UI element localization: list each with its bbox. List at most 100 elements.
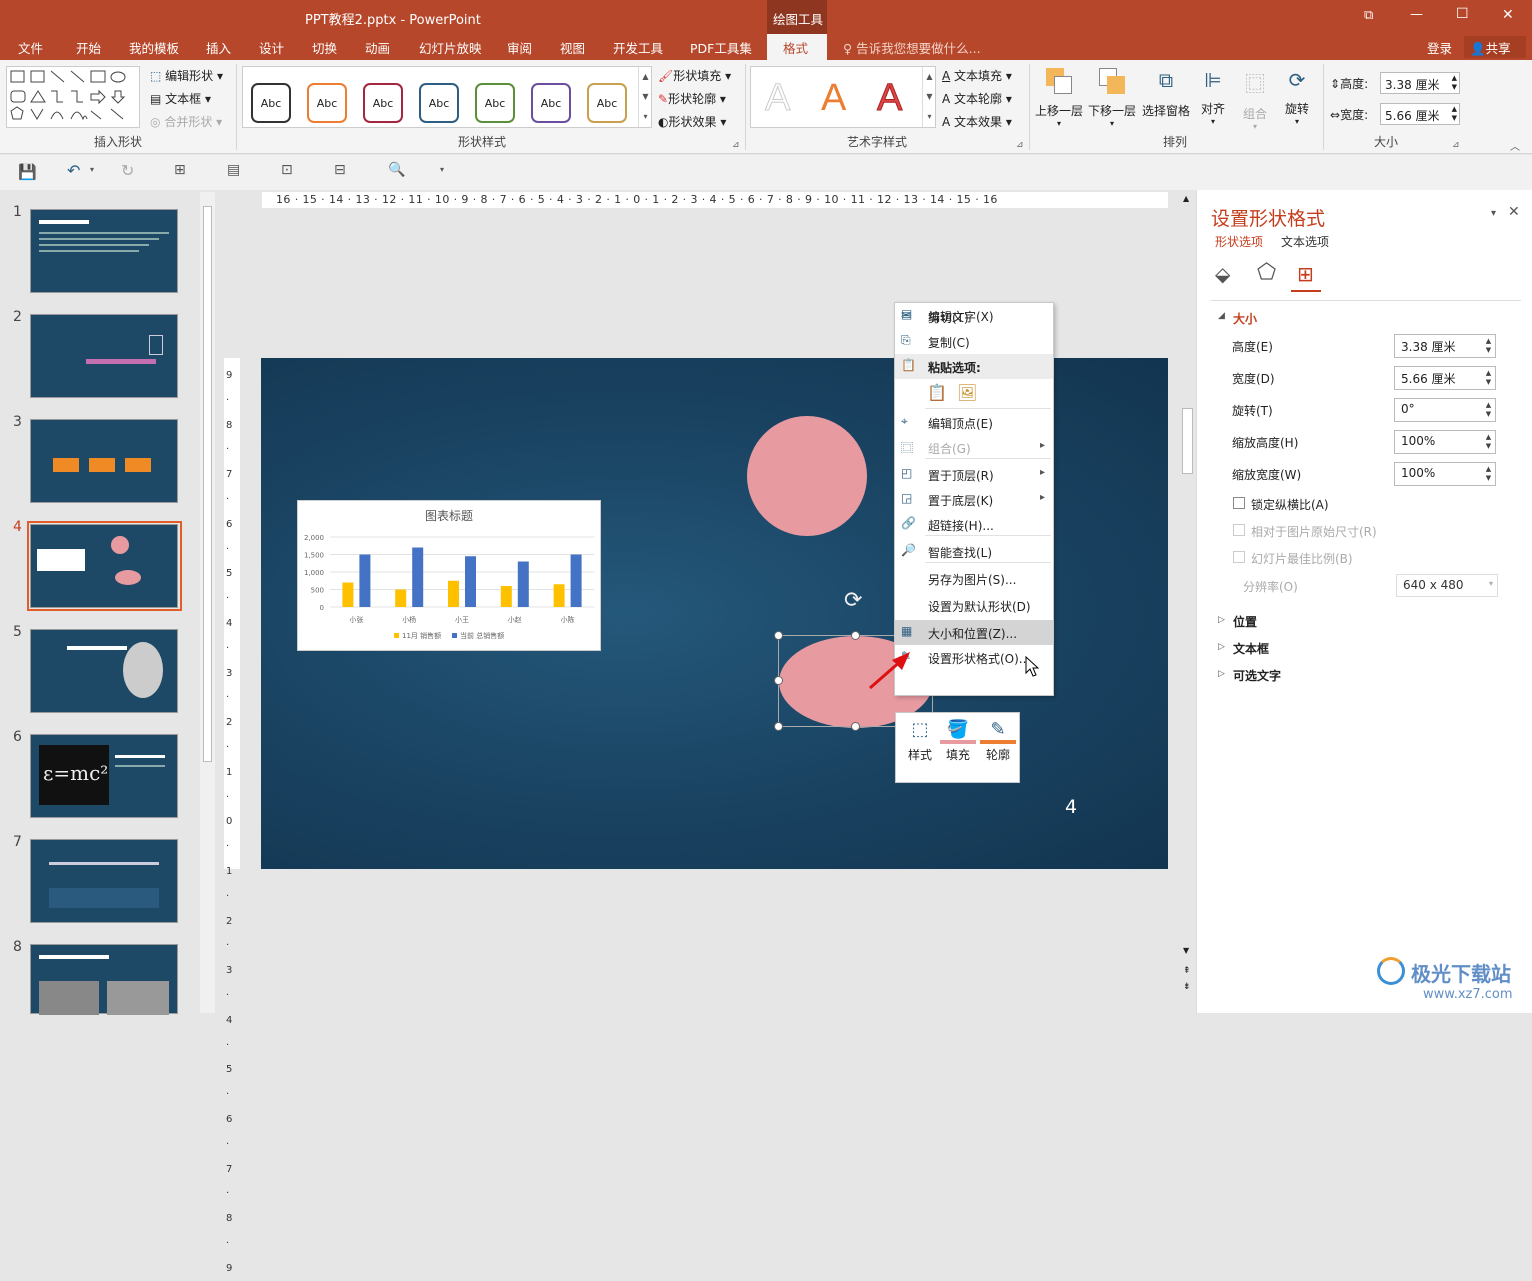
rotate-handle-icon[interactable]: ⟳ xyxy=(844,588,862,613)
slide-thumbnail[interactable] xyxy=(30,944,178,1015)
relative-original-checkbox[interactable] xyxy=(1233,524,1245,536)
dialog-launcher-icon[interactable]: ⊿ xyxy=(1016,140,1024,150)
share-button[interactable]: 👤共享 xyxy=(1464,36,1526,58)
save-icon[interactable]: 💾 xyxy=(18,163,37,181)
fill-line-icon[interactable]: ⬙ xyxy=(1215,262,1230,286)
spinner-icon[interactable]: ▲ ▼ xyxy=(1484,433,1493,451)
scrollbar-thumb[interactable] xyxy=(203,206,212,762)
pane-width-input[interactable]: 5.66 厘米 ▲ ▼ xyxy=(1394,366,1496,390)
width-input[interactable]: 5.66 厘米 ▲ ▼ xyxy=(1380,103,1460,125)
mini-style-button[interactable]: ⬚ 样式 xyxy=(902,719,938,763)
gallery-scroll[interactable]: ▲ ▼ ▾ xyxy=(922,67,936,127)
slide-thumbnail[interactable]: ε=mc² xyxy=(30,734,178,818)
align-button[interactable]: ⊫ 对齐 ▾ xyxy=(1196,66,1230,136)
shape-fill-button[interactable]: 🖌形状填充 ▾ xyxy=(658,67,731,84)
resize-handle[interactable] xyxy=(851,631,860,640)
spinner-icon[interactable]: ▲ ▼ xyxy=(1484,465,1493,483)
prev-next-slide-icon[interactable]: ⇞ ⇟ xyxy=(1183,963,1191,995)
shapes-gallery[interactable] xyxy=(6,66,140,128)
tab-insert[interactable]: 插入 xyxy=(206,38,231,57)
slide-thumbnail[interactable] xyxy=(30,209,178,293)
size-properties-icon[interactable]: ⊞ xyxy=(1297,262,1314,286)
text-effects-button[interactable]: A 文本效果 ▾ xyxy=(942,113,1012,130)
undo-icon[interactable]: ↶ xyxy=(67,161,80,180)
tab-format[interactable]: 格式 xyxy=(767,34,827,61)
shape-style-swatch[interactable]: Abc xyxy=(251,83,291,123)
resize-handle[interactable] xyxy=(774,722,783,731)
spinner-icon[interactable]: ▲ ▼ xyxy=(1484,401,1493,419)
tab-pdf-tools[interactable]: PDF工具集 xyxy=(690,38,752,57)
section-textbox[interactable]: 文本框 xyxy=(1233,640,1269,657)
context-menu-item[interactable]: 另存为图片(S)... xyxy=(895,566,1053,591)
pane-scale-height-input[interactable]: 100% ▲ ▼ xyxy=(1394,430,1496,454)
chart-object[interactable]: 图表标题 2,000 1,500 1,000 500 0 小张 小杨 小王 小赵 小陈 11月 销售额… xyxy=(297,500,601,651)
slide-thumbnail[interactable] xyxy=(30,629,178,713)
paste-as-picture-icon[interactable]: 🖼 xyxy=(957,383,977,402)
context-menu-item[interactable]: ▤ 编辑文字(X) xyxy=(895,303,1053,328)
tab-home[interactable]: 开始 xyxy=(76,38,101,57)
context-menu-item[interactable]: ⿴组合(G) ▸ xyxy=(895,435,1053,460)
context-menu-item[interactable]: 🔗 超链接(H)... xyxy=(895,512,1053,537)
paste-keep-formatting-icon[interactable]: 📋 xyxy=(927,383,947,402)
pink-circle-shape[interactable] xyxy=(747,416,867,536)
send-backward-button[interactable]: 下移一层 ▾ xyxy=(1086,66,1138,136)
shape-effects-button[interactable]: ◐形状效果 ▾ xyxy=(658,113,726,130)
spinner-icon[interactable]: ▲ ▼ xyxy=(1484,369,1493,387)
pane-options-icon[interactable]: ▾ xyxy=(1491,208,1496,219)
tab-text-options[interactable]: 文本选项 xyxy=(1281,233,1329,250)
shape-style-swatch[interactable]: Abc xyxy=(531,83,571,123)
tab-transitions[interactable]: 切换 xyxy=(312,38,337,57)
context-menu-item[interactable]: ⌖ 编辑顶点(E) xyxy=(895,410,1053,435)
section-position[interactable]: 位置 xyxy=(1233,613,1257,630)
expand-collapse-icon[interactable]: ◢ xyxy=(1218,311,1225,321)
tab-view[interactable]: 视图 xyxy=(560,38,585,57)
resize-handle[interactable] xyxy=(774,676,783,685)
collapse-ribbon-icon[interactable]: ︿ xyxy=(1510,138,1520,153)
edit-shape-button[interactable]: ⬚ 编辑形状 ▾ xyxy=(150,67,223,84)
lock-ratio-checkbox[interactable] xyxy=(1233,497,1245,509)
pane-close-icon[interactable]: ✕ xyxy=(1508,204,1520,220)
minimize-button[interactable]: — xyxy=(1410,7,1423,22)
scroll-up-icon[interactable]: ▲ xyxy=(1183,194,1189,203)
expand-icon[interactable]: ▷ xyxy=(1218,642,1225,652)
tab-developer[interactable]: 开发工具 xyxy=(613,38,663,57)
tab-review[interactable]: 审阅 xyxy=(507,38,532,57)
spinner-icon[interactable]: ▲ ▼ xyxy=(1484,337,1493,355)
editor-scrollbar[interactable]: ▲ ▼ xyxy=(1179,190,1196,960)
context-menu-item[interactable]: ◰ 置于顶层(R) ▸ xyxy=(895,462,1053,487)
expand-icon[interactable]: ▷ xyxy=(1218,669,1225,679)
group-button[interactable]: ⿴ 组合 ▾ xyxy=(1238,66,1272,136)
new-slide-icon[interactable]: ⊞ xyxy=(174,162,186,178)
tab-shape-options[interactable]: 形状选项 xyxy=(1215,233,1263,250)
shape-style-swatch[interactable]: Abc xyxy=(363,83,403,123)
slide-thumbnail[interactable] xyxy=(30,524,178,608)
resolution-select[interactable]: 640 x 480 ▾ xyxy=(1396,574,1498,597)
context-menu-item[interactable]: 🔎 智能查找(L) xyxy=(895,539,1053,564)
textbox-qat-icon[interactable]: ▤ xyxy=(227,162,240,178)
gallery-scroll[interactable]: ▲ ▼ ▾ xyxy=(638,67,652,127)
text-fill-button[interactable]: A 文本填充 ▾ xyxy=(942,67,1012,84)
resize-handle[interactable] xyxy=(851,722,860,731)
tab-my-templates[interactable]: 我的模板 xyxy=(129,38,179,57)
pane-scale-width-input[interactable]: 100% ▲ ▼ xyxy=(1394,462,1496,486)
bring-forward-button[interactable]: 上移一层 ▾ xyxy=(1034,66,1084,136)
shape-style-swatch[interactable]: Abc xyxy=(419,83,459,123)
pane-rotation-input[interactable]: 0° ▲ ▼ xyxy=(1394,398,1496,422)
section-alt-text[interactable]: 可选文字 xyxy=(1233,667,1281,684)
slide-thumbnail[interactable] xyxy=(30,839,178,923)
scrollbar-thumb[interactable] xyxy=(1182,408,1193,474)
close-button[interactable]: ✕ xyxy=(1502,7,1514,23)
present-current-icon[interactable]: ⊟ xyxy=(334,162,346,178)
context-menu-item[interactable]: ⎘ 复制(C) xyxy=(895,329,1053,354)
pane-height-input[interactable]: 3.38 厘米 ▲ ▼ xyxy=(1394,334,1496,358)
best-scale-checkbox[interactable] xyxy=(1233,551,1245,563)
login-link[interactable]: 登录 xyxy=(1427,38,1452,57)
wordart-style[interactable]: A xyxy=(764,77,790,120)
wordart-style[interactable]: A xyxy=(821,77,846,120)
expand-icon[interactable]: ▷ xyxy=(1218,615,1225,625)
effects-pentagon-icon[interactable]: ⬠ xyxy=(1257,260,1276,285)
print-preview-icon[interactable]: 🔍 xyxy=(388,162,405,178)
section-size[interactable]: 大小 xyxy=(1233,310,1257,327)
redo-icon[interactable]: ↻ xyxy=(121,161,134,180)
tab-design[interactable]: 设计 xyxy=(259,38,284,57)
